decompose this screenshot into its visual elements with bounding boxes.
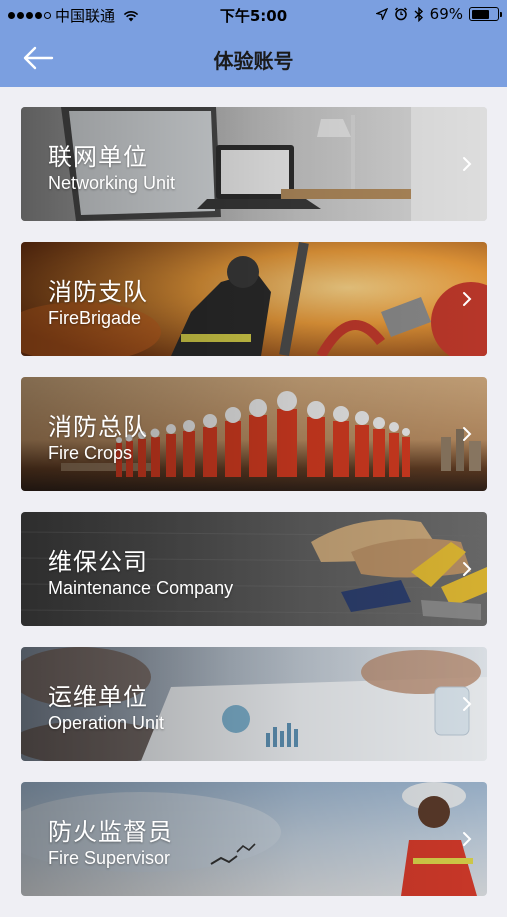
chevron-right-icon [463, 427, 472, 441]
card-title-en: Networking Unit [48, 173, 176, 193]
card-title-cn: 维保公司 [48, 548, 148, 576]
chevron-right-icon [463, 697, 472, 711]
card-title-cn: 防火监督员 [48, 818, 173, 846]
card-title-en: Maintenance Company [48, 578, 234, 598]
chevron-right-icon [463, 157, 472, 171]
page-title: 体验账号 [213, 49, 294, 73]
card-title-en: Operation Unit [48, 713, 165, 733]
status-bar: 中国联通 下午5:00 69% [0, 0, 507, 29]
card-operation-unit[interactable]: 运维单位 Operation Unit [21, 647, 487, 761]
status-bar-right: 69% [375, 5, 502, 23]
card-title-cn: 联网单位 [48, 143, 148, 171]
card-fire-crops[interactable]: 消防总队 Fire Crops [21, 377, 487, 491]
bluetooth-icon [414, 6, 423, 22]
card-title-cn: 消防总队 [48, 413, 148, 441]
card-networking-unit[interactable]: 联网单位 Networking Unit [21, 107, 487, 221]
account-type-list: 联网单位 Networking Unit 消防支队 FireBrigade 消防… [21, 107, 487, 917]
chevron-right-icon [463, 292, 472, 306]
chevron-right-icon [463, 562, 472, 576]
card-title-cn: 消防支队 [48, 278, 148, 306]
card-title-cn: 运维单位 [48, 683, 148, 711]
card-title-en: FireBrigade [48, 308, 142, 328]
card-fire-supervisor[interactable]: 防火监督员 Fire Supervisor [21, 782, 487, 896]
battery-fill [471, 9, 489, 19]
card-title-en: Fire Crops [48, 443, 133, 463]
card-maintenance-company[interactable]: 维保公司 Maintenance Company [21, 512, 487, 626]
nav-bar: 体验账号 [0, 29, 507, 87]
card-fire-brigade[interactable]: 消防支队 FireBrigade [21, 242, 487, 356]
battery-percent: 69% [429, 5, 463, 23]
battery-icon [469, 7, 502, 21]
location-arrow-icon [375, 8, 388, 20]
card-title-en: Fire Supervisor [48, 848, 171, 868]
alarm-icon [394, 7, 407, 21]
chevron-right-icon [463, 832, 472, 846]
